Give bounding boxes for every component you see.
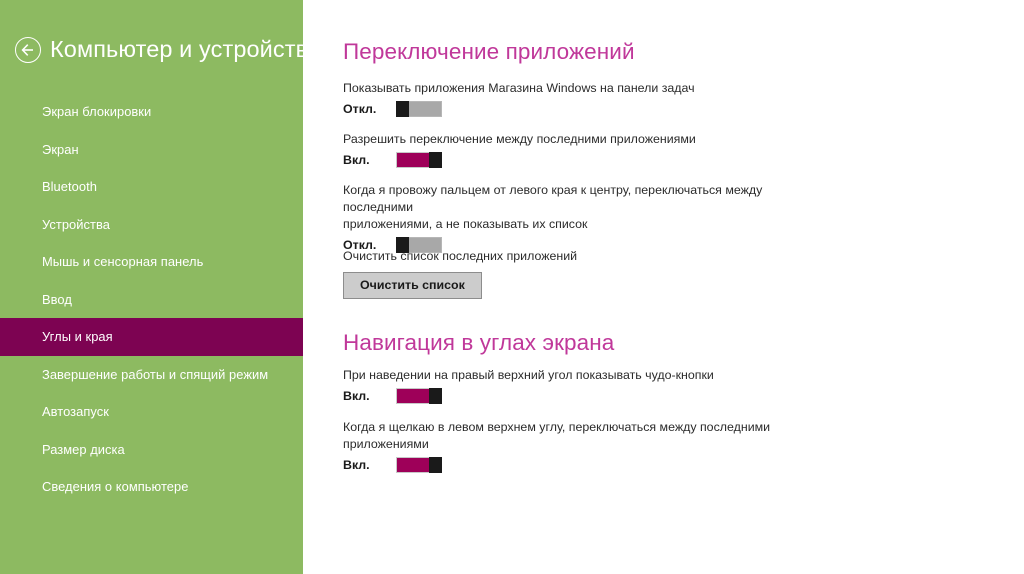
sidebar-item-label: Автозапуск bbox=[42, 404, 109, 420]
page-title: Компьютер и устройства bbox=[50, 36, 322, 63]
toggle-charms-top-right-corner[interactable] bbox=[396, 388, 442, 404]
sidebar-item-label: Экран блокировки bbox=[42, 104, 152, 120]
setting-label: Когда я щелкаю в левом верхнем углу, пер… bbox=[343, 420, 771, 451]
sidebar-item-lock-screen[interactable]: Экран блокировки bbox=[0, 93, 303, 131]
sidebar-item-typing[interactable]: Ввод bbox=[0, 281, 303, 319]
settings-sidebar: Компьютер и устройства Экран блокировки … bbox=[0, 0, 350, 574]
toggle-row: Вкл. bbox=[343, 387, 714, 405]
setting-charms-top-right-corner: При наведении на правый верхний угол пок… bbox=[343, 367, 714, 405]
sidebar-item-power-and-sleep[interactable]: Завершение работы и спящий режим bbox=[0, 356, 303, 394]
toggle-state-label: Вкл. bbox=[343, 457, 370, 472]
toggle-state-label: Вкл. bbox=[343, 388, 370, 403]
sidebar-item-label: Устройства bbox=[42, 216, 110, 232]
sidebar-item-label: Bluetooth bbox=[42, 179, 97, 195]
setting-label: Разрешить переключение между последними … bbox=[343, 132, 696, 146]
setting-swipe-left-edge: Когда я провожу пальцем от левого края к… bbox=[343, 182, 813, 254]
setting-label: Показывать приложения Магазина Windows н… bbox=[343, 81, 695, 95]
sidebar-item-label: Экран bbox=[42, 141, 79, 157]
sidebar-nav-list: Экран блокировки Экран Bluetooth Устройс… bbox=[0, 93, 303, 506]
toggle-row: Вкл. bbox=[343, 456, 813, 474]
sidebar-item-corners-and-edges[interactable]: Углы и края bbox=[0, 318, 303, 356]
toggle-knob bbox=[429, 152, 442, 168]
sidebar-item-bluetooth[interactable]: Bluetooth bbox=[0, 168, 303, 206]
sidebar-item-label: Завершение работы и спящий режим bbox=[42, 366, 269, 382]
toggle-knob bbox=[396, 101, 409, 117]
setting-clear-recent-apps: Очистить список последних приложений Очи… bbox=[343, 248, 578, 300]
section-heading-corner-navigation: Навигация в углах экрана bbox=[343, 330, 615, 355]
toggle-knob bbox=[429, 388, 442, 404]
setting-label: Очистить список последних приложений bbox=[343, 249, 578, 263]
setting-top-left-corner-click: Когда я щелкаю в левом верхнем углу, пер… bbox=[343, 419, 813, 474]
toggle-knob bbox=[429, 457, 442, 473]
sidebar-item-pc-info[interactable]: Сведения о компьютере bbox=[0, 468, 303, 506]
sidebar-item-devices[interactable]: Устройства bbox=[0, 206, 303, 244]
sidebar-item-mouse-touchpad[interactable]: Мышь и сенсорная панель bbox=[0, 243, 303, 281]
setting-label: При наведении на правый верхний угол пок… bbox=[343, 368, 714, 382]
toggle-state-label: Откл. bbox=[343, 101, 377, 116]
toggle-row: Вкл. bbox=[343, 151, 696, 169]
sidebar-item-display[interactable]: Экран bbox=[0, 131, 303, 169]
clear-list-button[interactable]: Очистить список bbox=[343, 272, 482, 300]
sidebar-header: Компьютер и устройства bbox=[0, 30, 350, 70]
setting-label: Когда я провожу пальцем от левого края к… bbox=[343, 183, 763, 231]
setting-taskbar-apps: Показывать приложения Магазина Windows н… bbox=[343, 80, 695, 118]
setting-switch-recent-apps: Разрешить переключение между последними … bbox=[343, 131, 696, 169]
section-heading-app-switching: Переключение приложений bbox=[343, 39, 635, 64]
sidebar-item-label: Ввод bbox=[42, 291, 72, 307]
back-arrow-icon[interactable] bbox=[15, 37, 41, 63]
sidebar-item-autoplay[interactable]: Автозапуск bbox=[0, 393, 303, 431]
settings-content-pane: Переключение приложений Показывать прило… bbox=[303, 0, 1024, 574]
sidebar-item-label: Мышь и сенсорная панель bbox=[42, 254, 204, 270]
sidebar-item-label: Размер диска bbox=[42, 441, 125, 457]
sidebar-item-label: Углы и края bbox=[42, 329, 113, 345]
sidebar-item-disk-space[interactable]: Размер диска bbox=[0, 431, 303, 469]
toggle-row: Откл. bbox=[343, 100, 695, 118]
sidebar-item-label: Сведения о компьютере bbox=[42, 479, 189, 495]
toggle-switch-recent-apps[interactable] bbox=[396, 152, 442, 168]
toggle-taskbar-apps[interactable] bbox=[396, 101, 442, 117]
toggle-top-left-corner-click[interactable] bbox=[396, 457, 442, 473]
toggle-state-label: Вкл. bbox=[343, 152, 370, 167]
pc-settings-window: Компьютер и устройства Экран блокировки … bbox=[0, 0, 1024, 574]
